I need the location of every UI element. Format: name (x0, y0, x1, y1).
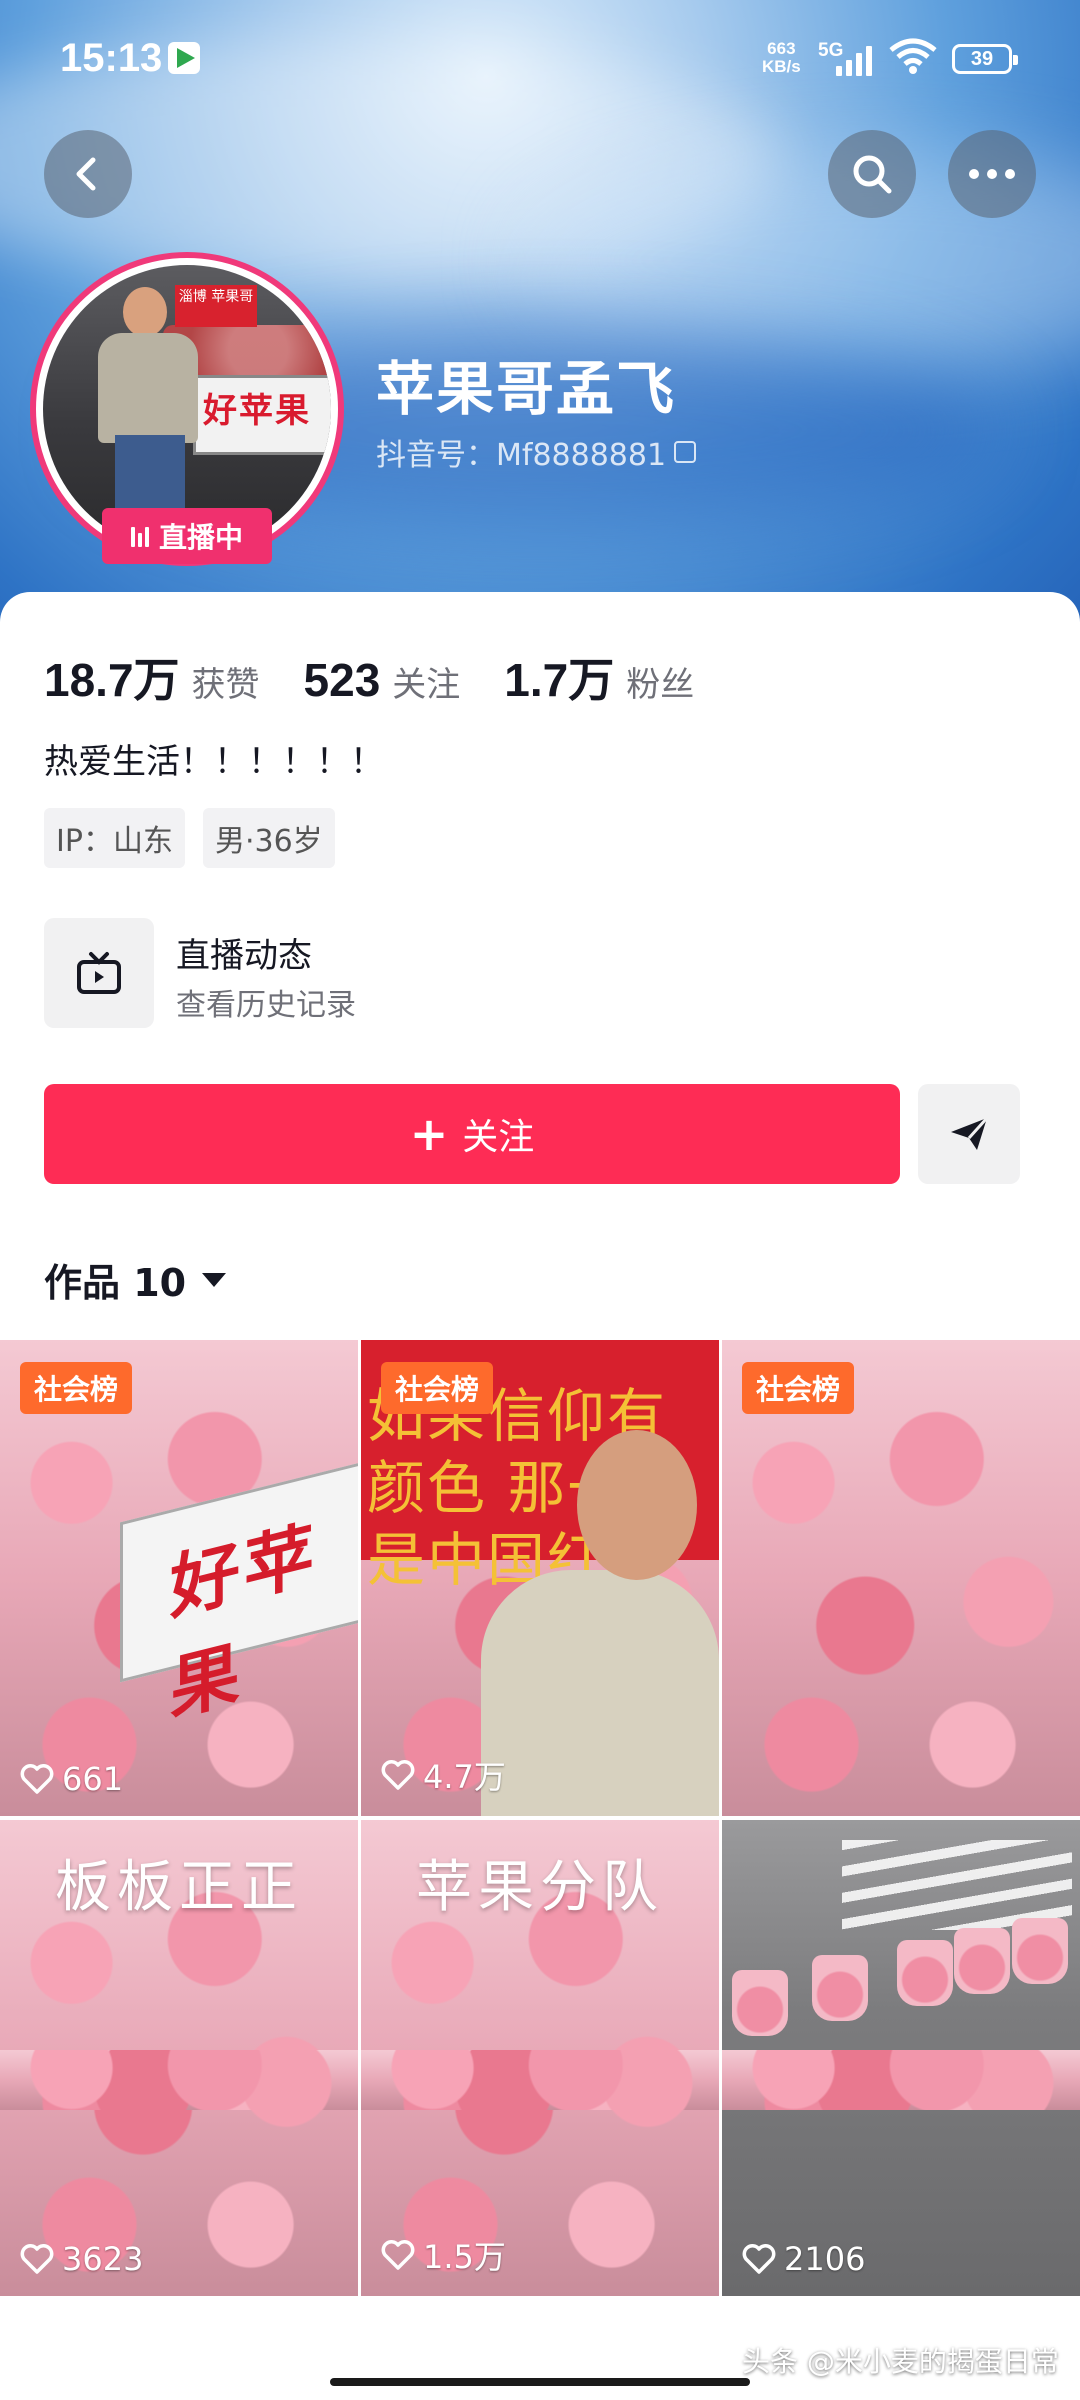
signal-icon (834, 44, 878, 76)
video-thumbnail[interactable]: 社会榜 (722, 1340, 1080, 1816)
live-bars-icon (130, 525, 149, 547)
search-icon (853, 155, 892, 194)
more-button[interactable] (948, 130, 1036, 218)
tv-icon (77, 952, 121, 994)
wifi-icon (888, 38, 938, 83)
status-bar: 15:13 663 KB/s 5G 39 (0, 0, 1080, 110)
video-caption: 苹果分队 (416, 1855, 664, 1920)
tab-works[interactable]: 作品 10 (44, 1252, 227, 1307)
video-thumbnail-partial[interactable] (722, 2050, 1080, 2110)
video-thumbnail-partial[interactable] (361, 2050, 719, 2110)
watermark: 头条 @米小麦的揭蛋日常 (742, 2345, 1059, 2378)
heart-icon (381, 1760, 415, 1790)
search-button[interactable] (828, 130, 916, 218)
back-button[interactable] (44, 130, 132, 218)
followers-count[interactable]: 1.7万 (504, 644, 614, 710)
likes-label: 获赞 (191, 665, 260, 705)
video-thumbnail[interactable]: 如果信仰有颜色 那一定是中国红 社会榜 4.7万 (361, 1340, 719, 1816)
gender-age-tag: 男·36岁 (202, 808, 335, 868)
live-entry-subtitle: 查看历史记录 (176, 988, 356, 1023)
video-caption: 板板正正 (55, 1855, 303, 1920)
heart-icon (20, 2244, 54, 2274)
like-count: 661 (20, 1760, 123, 1798)
video-thumbnail[interactable]: 好苹果 社会榜 661 (0, 1340, 358, 1816)
like-count: 4.7万 (381, 1752, 506, 1798)
like-count: 2106 (742, 2240, 865, 2278)
heart-icon (381, 2240, 415, 2270)
copy-icon[interactable] (674, 441, 697, 463)
followers-label[interactable]: 粉丝 (626, 657, 694, 706)
share-button[interactable] (918, 1084, 1020, 1184)
heart-icon (20, 1764, 54, 1794)
play-store-icon (168, 42, 200, 74)
likes-count[interactable]: 18.7万 (44, 644, 180, 710)
follow-button[interactable]: + 关注 (44, 1084, 900, 1184)
heart-icon (742, 2244, 776, 2274)
rank-badge: 社会榜 (742, 1362, 855, 1414)
profile-card: 18.7万 获赞 523 关注 1.7万 粉丝 热爱生活！！！！！！ IP：山东… (0, 592, 1080, 2400)
following-label[interactable]: 关注 (392, 657, 460, 706)
rank-badge: 社会榜 (381, 1362, 494, 1414)
douyin-id[interactable]: 抖音号：Mf8888881 (376, 430, 697, 474)
caret-down-icon (202, 1272, 227, 1287)
more-horizontal-icon (969, 169, 1015, 179)
live-entry-title: 直播动态 (176, 936, 312, 976)
stats-row: 18.7万 获赞 523 关注 1.7万 粉丝 (44, 644, 738, 710)
plus-icon: + (409, 1107, 449, 1161)
like-count: 3623 (20, 2240, 143, 2278)
profile-name: 苹果哥孟飞 (376, 355, 677, 423)
send-icon (951, 1116, 989, 1150)
profile-bio: 热爱生活！！！！！！ (44, 742, 384, 782)
like-count: 1.5万 (381, 2232, 506, 2278)
chevron-left-icon (76, 157, 96, 191)
battery-icon: 39 (952, 44, 1018, 74)
net-speed: 663 KB/s (762, 39, 801, 76)
following-count[interactable]: 523 (304, 653, 381, 707)
tv-icon-box (44, 918, 154, 1028)
ip-tag: IP：山东 (44, 808, 185, 868)
live-badge[interactable]: 直播中 (102, 508, 272, 564)
home-indicator[interactable] (330, 2378, 750, 2386)
profile-tags: IP：山东 男·36岁 (44, 808, 335, 868)
rank-badge: 社会榜 (20, 1362, 133, 1414)
video-thumbnail-partial[interactable] (0, 2050, 358, 2110)
status-time: 15:13 (60, 36, 163, 80)
live-history-entry[interactable]: 直播动态 查看历史记录 (44, 918, 644, 1028)
